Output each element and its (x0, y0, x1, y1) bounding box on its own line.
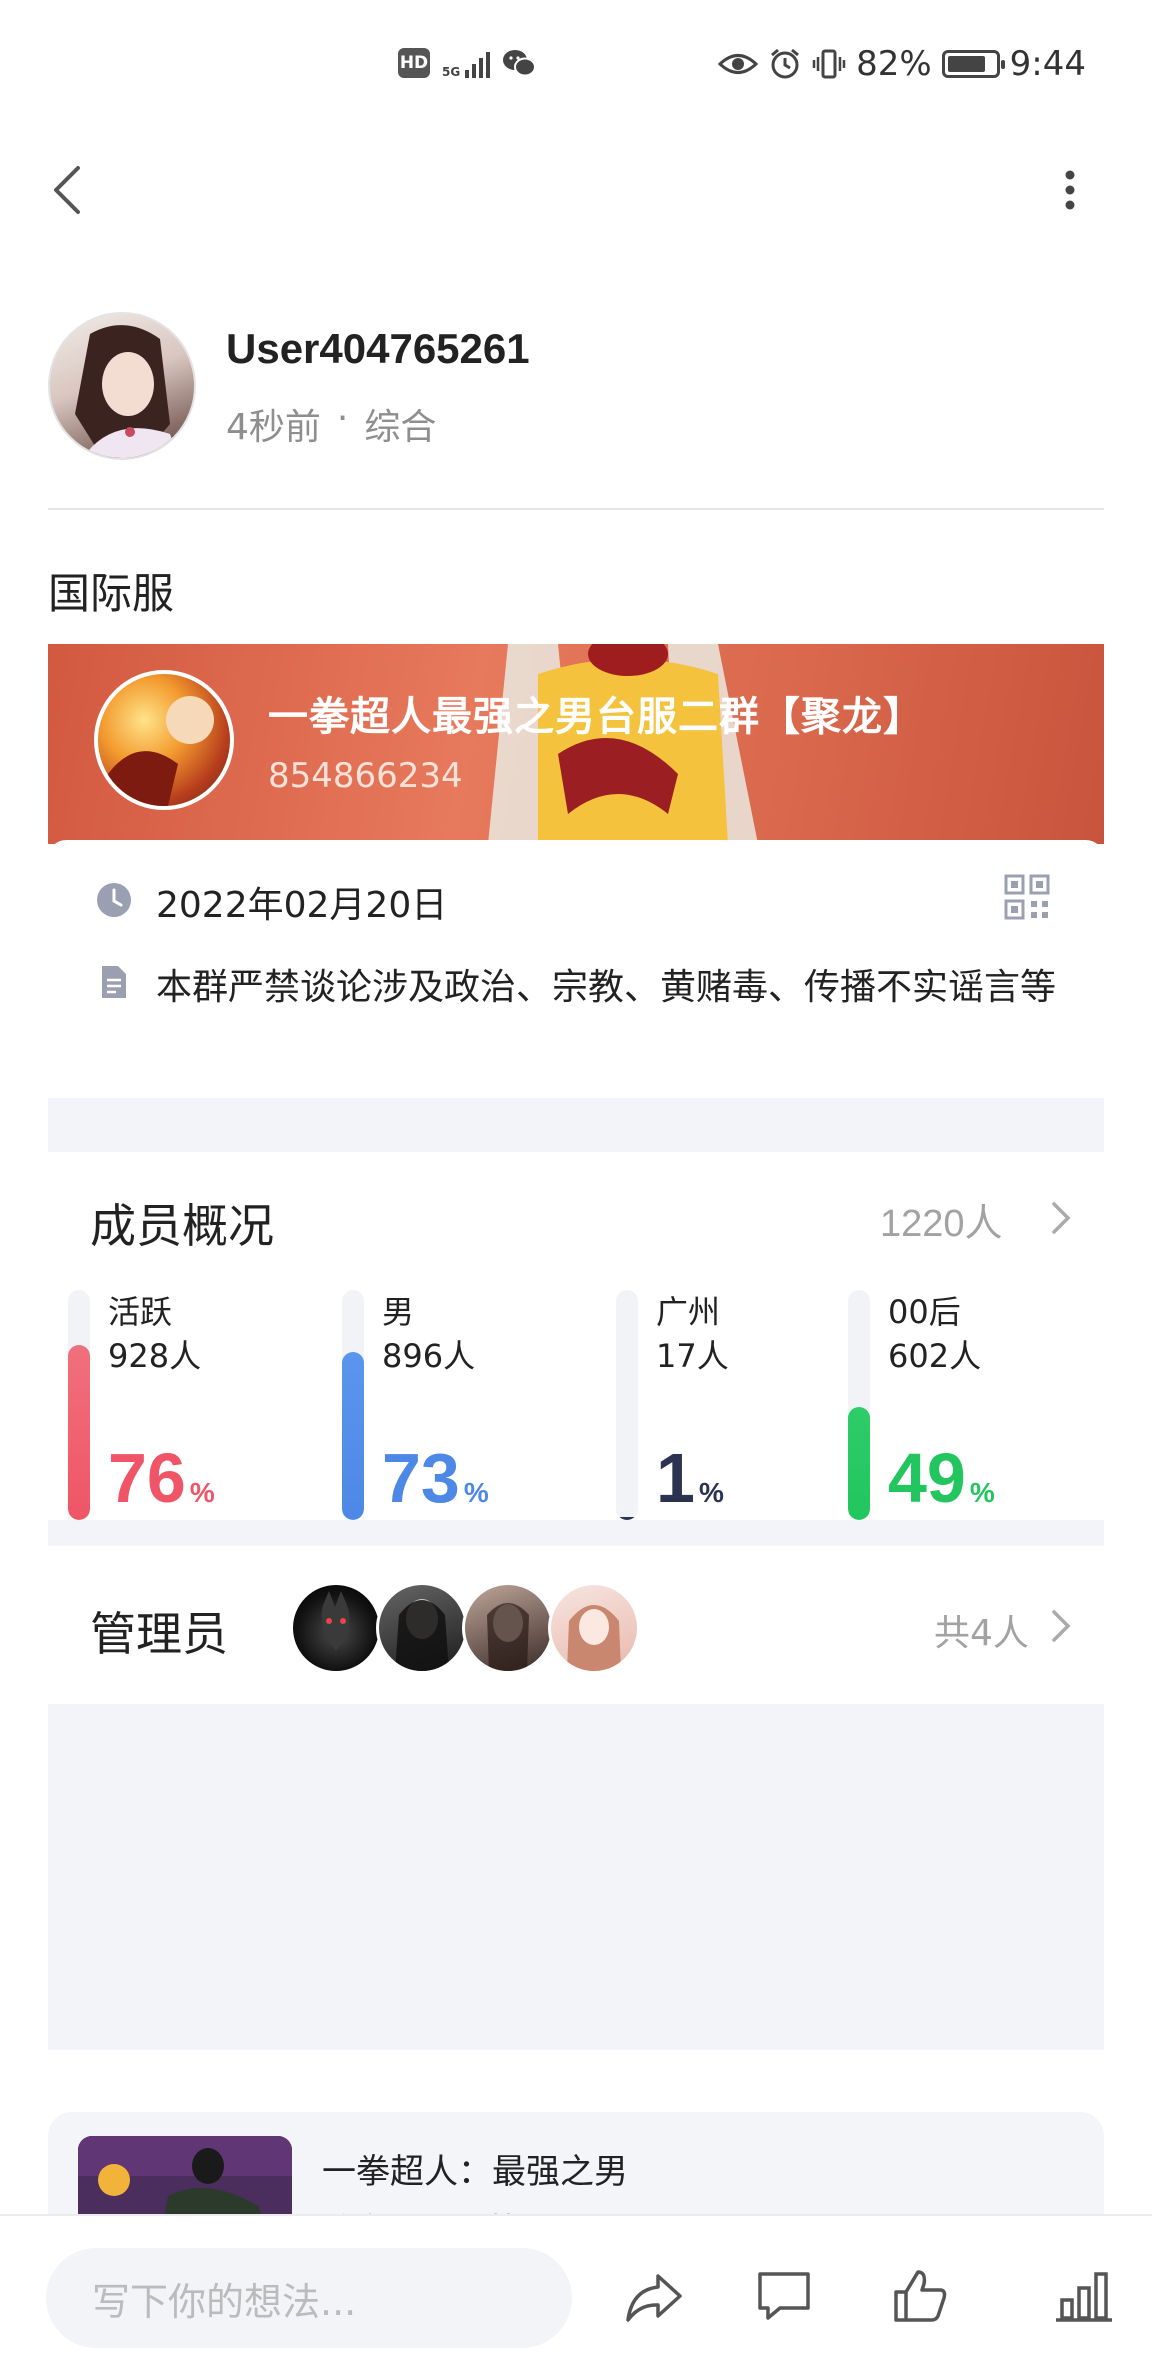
member-stat: 00后 602人 49% (848, 1290, 1068, 1520)
comment-icon[interactable] (752, 2264, 816, 2328)
status-left: HD 5G (398, 48, 537, 79)
divider (48, 508, 1104, 510)
chevron-right-icon[interactable] (1046, 1606, 1076, 1646)
stat-label: 00后 (888, 1293, 961, 1331)
stat-percent: 49% (888, 1438, 995, 1533)
alarm-icon (771, 48, 800, 79)
share-icon[interactable] (622, 2264, 686, 2328)
stat-bar-track (68, 1290, 90, 1520)
post-time: 4秒前 (226, 407, 321, 448)
group-avatar (94, 670, 234, 810)
admin-avatar[interactable] (290, 1582, 382, 1674)
clock-icon (97, 883, 131, 917)
member-stat: 男 896人 73% (342, 1290, 562, 1520)
stat-percent-unit: % (463, 1477, 489, 1508)
group-description: 本群严禁谈论涉及政治、宗教、黄赌毒、传播不实谣言等 (156, 967, 1057, 1008)
admin-avatar[interactable] (548, 1582, 640, 1674)
stat-label: 男 (382, 1293, 415, 1331)
post-meta: 4秒前 · 综合 (226, 398, 436, 450)
comment-input[interactable]: 写下你的想法... (46, 2248, 572, 2348)
stat-percent: 73% (382, 1438, 489, 1533)
created-date-row: 2022年02月20日 (96, 878, 447, 934)
battery-percent: 82% (856, 44, 932, 84)
status-right: 82% 9:44 (718, 44, 1086, 84)
admin-avatar-image (567, 1605, 621, 1671)
stat-percent-unit: % (698, 1477, 724, 1508)
admin-avatar-image (487, 1603, 529, 1671)
stat-count: 928人 (108, 1337, 202, 1375)
admin-avatar[interactable] (462, 1582, 554, 1674)
admins-title: 管理员 (90, 1607, 228, 1661)
qr-code-icon[interactable] (1004, 874, 1050, 920)
stat-percent-unit: % (189, 1477, 215, 1508)
chevron-right-icon[interactable] (1046, 1198, 1076, 1238)
banner-artwork (488, 644, 758, 844)
stat-percent-value: 1 (656, 1439, 695, 1517)
group-id: 854866234 (268, 756, 463, 796)
avatar-image (75, 325, 179, 458)
stat-percent-value: 73 (382, 1439, 460, 1517)
signal-icon: 5G (442, 48, 491, 79)
admin-avatar-image (321, 1591, 350, 1651)
empty-content-area (48, 1704, 1104, 2050)
stat-percent: 1% (656, 1438, 724, 1533)
admin-avatars[interactable] (290, 1582, 640, 1674)
stat-percent: 76% (108, 1438, 215, 1533)
network-type: 5G (442, 65, 461, 79)
back-button[interactable] (42, 160, 92, 220)
stat-percent-value: 49 (888, 1439, 966, 1517)
stat-bar-fill (68, 1345, 90, 1520)
section-spacer (48, 1098, 1104, 1152)
stat-count: 17人 (656, 1337, 729, 1375)
stat-percent-unit: % (969, 1477, 995, 1508)
bottom-action-bar: 写下你的想法... (0, 2214, 1152, 2376)
stat-bar-fill (848, 1407, 870, 1520)
group-banner[interactable]: 一拳超人最强之男台服二群【聚龙】 854866234 (48, 644, 1104, 844)
stat-percent-value: 76 (108, 1439, 186, 1517)
clock: 9:44 (1009, 44, 1086, 84)
post-title: 国际服 (48, 569, 175, 618)
admin-avatar-image (395, 1599, 449, 1671)
meta-separator: · (336, 398, 349, 439)
user-avatar[interactable] (48, 312, 196, 460)
stat-count: 896人 (382, 1337, 476, 1375)
wechat-icon (503, 50, 537, 77)
description-row: 本群严禁谈论涉及政治、宗教、黄赌毒、传播不实谣言等 (96, 960, 1086, 1016)
stat-label: 广州 (656, 1293, 721, 1331)
members-total[interactable]: 1220人 (880, 1192, 1003, 1247)
group-avatar-image (108, 696, 214, 806)
stat-bar-fill (342, 1352, 364, 1520)
document-icon (102, 966, 126, 998)
eye-icon (718, 54, 759, 74)
game-title: 一拳超人：最强之男 (322, 2152, 628, 2192)
more-options-button[interactable] (1050, 165, 1090, 215)
like-icon[interactable] (888, 2264, 952, 2328)
stat-count: 602人 (888, 1337, 982, 1375)
hd-badge: HD (398, 48, 430, 78)
admins-count[interactable]: 共4人 (934, 1604, 1029, 1656)
group-name: 一拳超人最强之男台服二群【聚龙】 (268, 694, 924, 740)
stats-icon[interactable] (1052, 2264, 1116, 2328)
members-title: 成员概况 (90, 1199, 274, 1253)
username[interactable]: User404765261 (226, 325, 530, 373)
stat-bar-track (848, 1290, 870, 1520)
created-date: 2022年02月20日 (156, 885, 448, 926)
battery-icon (941, 50, 1005, 78)
vibrate-icon (812, 49, 846, 79)
admin-avatar[interactable] (376, 1582, 468, 1674)
section-spacer (48, 1520, 1104, 1546)
status-bar: HD 5G 82% 9:44 (0, 0, 1152, 135)
member-stat: 广州 17人 1% (616, 1290, 836, 1520)
group-info-card: 2022年02月20日 本群严禁谈论涉及政治、宗教、黄赌毒、传播不实谣言等 (48, 840, 1104, 1100)
stat-label: 活跃 (108, 1293, 173, 1331)
battery-fill (947, 56, 986, 72)
stat-bar-track (616, 1290, 638, 1520)
stat-bar-track (342, 1290, 364, 1520)
member-stat: 活跃 928人 76% (68, 1290, 288, 1520)
post-category[interactable]: 综合 (364, 398, 436, 450)
